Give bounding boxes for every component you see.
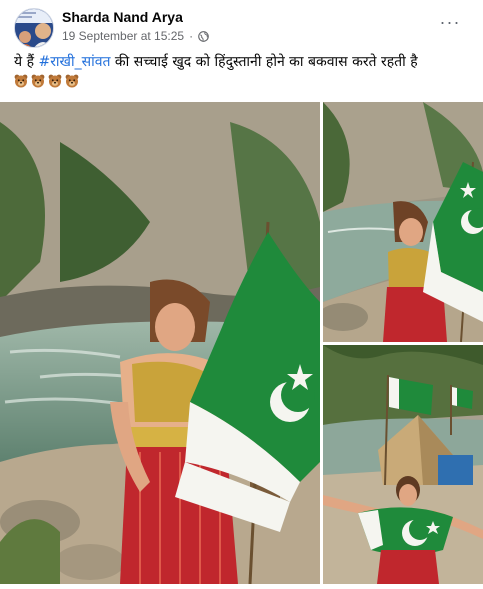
hashtag-link[interactable]: #राखी_सांवत — [38, 54, 110, 70]
globe-icon[interactable] — [198, 30, 209, 42]
bear-face-icon — [48, 74, 62, 88]
bear-face-icon — [14, 74, 28, 88]
author-name[interactable]: Sharda Nand Arya — [62, 9, 183, 25]
more-options-icon: ··· — [439, 11, 461, 32]
bear-face-icon — [65, 74, 79, 88]
profile-avatar[interactable] — [14, 8, 54, 48]
post-caption: ये हैं #राखी_सांवत की सच्चाई खुद को हिंद… — [14, 52, 474, 72]
facebook-post: Sharda Nand Arya 19 September at 15:25 ·… — [0, 0, 483, 589]
post-meta: 19 September at 15:25 · — [62, 29, 209, 43]
post-header: Sharda Nand Arya 19 September at 15:25 ·… — [0, 0, 483, 48]
bear-face-icon — [31, 74, 45, 88]
photo-top-right[interactable] — [323, 102, 483, 342]
emoji-row — [14, 74, 79, 88]
photo-main[interactable] — [0, 102, 320, 584]
photo-grid — [0, 102, 483, 584]
timestamp[interactable]: 19 September at 15:25 — [62, 29, 184, 43]
more-options-button[interactable]: ··· — [435, 12, 465, 32]
caption-text-end: की सच्चाई खुद को हिंदुस्तानी होने का बकव… — [110, 54, 418, 70]
photo-bottom-right[interactable] — [323, 345, 483, 584]
meta-separator: · — [189, 29, 194, 43]
caption-text-start: ये हैं — [14, 54, 39, 70]
